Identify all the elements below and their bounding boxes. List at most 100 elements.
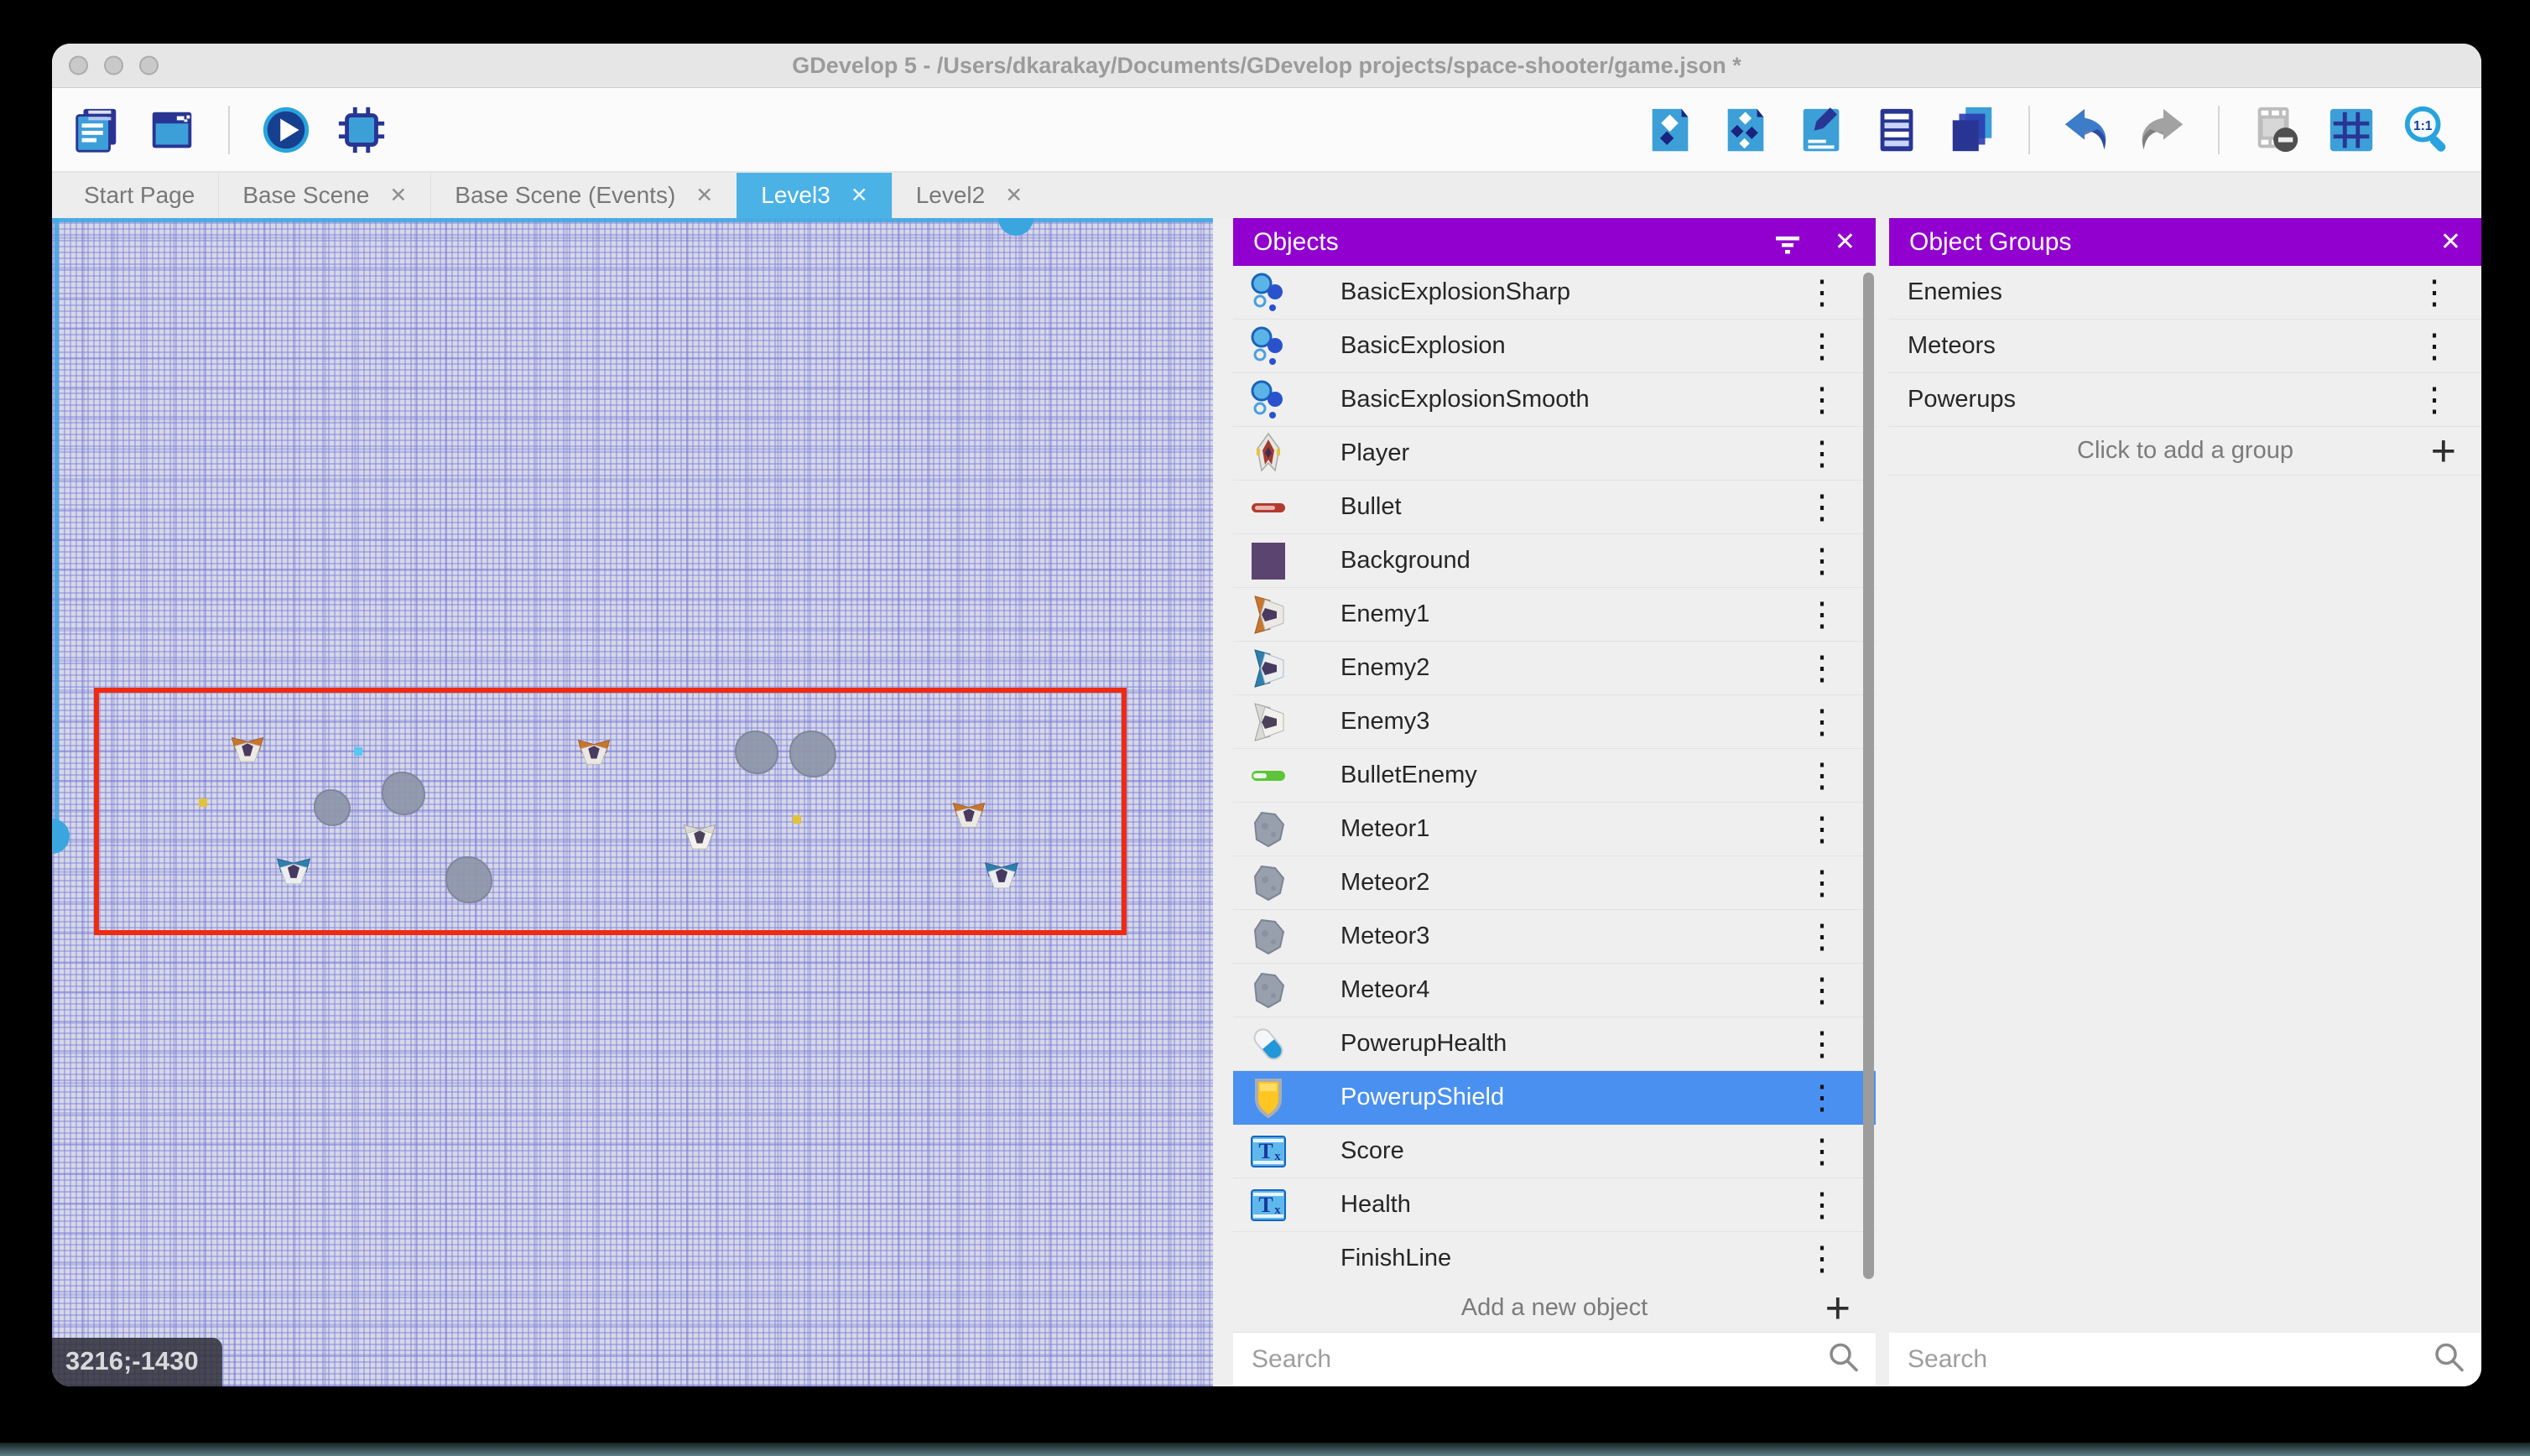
sprite-dot-cyan[interactable] [354,747,362,756]
plus-icon[interactable]: + [2431,429,2456,473]
kebab-menu-icon[interactable]: ⋮ [1805,1192,1839,1219]
object-row-bullet[interactable]: Bullet ⋮ [1233,481,1876,534]
object-row-enemy1[interactable]: Enemy1⋮ [1233,588,1876,642]
group-row-powerups[interactable]: Powerups⋮ [1889,373,2481,427]
objects-list-scrollbar[interactable] [1863,273,1874,1279]
sprite-dot-yellow[interactable] [199,798,207,807]
object-row-poweruphealth[interactable]: PowerupHealth⋮ [1233,1017,1876,1071]
sprite-enemy3[interactable] [681,818,718,855]
undo-icon[interactable] [2060,104,2112,156]
kebab-menu-icon[interactable]: ⋮ [1805,494,1839,521]
object-row-meteor4[interactable]: Meteor4⋮ [1233,964,1876,1017]
minimize-window-button[interactable] [104,56,123,75]
kebab-menu-icon[interactable]: ⋮ [1805,1245,1839,1272]
background-thumbnail-icon [1250,538,1287,584]
object-groups-icon[interactable] [1720,104,1772,156]
add-object-row[interactable]: Add a new object + [1233,1284,1876,1333]
close-window-button[interactable] [69,56,88,75]
object-row-background[interactable]: Background⋮ [1233,534,1876,588]
kebab-menu-icon[interactable]: ⋮ [1805,977,1839,1004]
redo-icon[interactable] [2136,104,2188,156]
object-row-meteor1[interactable]: Meteor1⋮ [1233,803,1876,856]
sprite-enemy1[interactable] [229,731,266,767]
tab-close-icon[interactable]: ✕ [695,183,713,208]
object-row-powerupshield[interactable]: PowerupShield⋮ [1233,1071,1876,1125]
kebab-menu-icon[interactable]: ⋮ [1805,279,1839,306]
object-row-enemy2[interactable]: Enemy2⋮ [1233,642,1876,695]
kebab-menu-icon[interactable]: ⋮ [2418,387,2451,413]
scene-editor-icon[interactable] [146,104,198,156]
horizontal-scroll-handle[interactable] [998,218,1033,236]
kebab-menu-icon[interactable]: ⋮ [1805,1084,1839,1111]
sprite-meteor[interactable] [445,856,492,903]
tab-start-page[interactable]: Start Page [60,173,218,218]
play-preview-icon[interactable] [260,104,312,156]
filter-icon[interactable] [1773,227,1803,257]
object-label: Bullet [1340,493,1402,521]
kebab-menu-icon[interactable]: ⋮ [1805,870,1839,897]
sprite-meteor[interactable] [382,772,425,815]
layers-icon[interactable] [1946,104,1998,156]
kebab-menu-icon[interactable]: ⋮ [1805,387,1839,413]
object-row-basicexplosionsmooth[interactable]: BasicExplosionSmooth⋮ [1233,373,1876,427]
tab-close-icon[interactable]: ✕ [851,183,868,208]
kebab-menu-icon[interactable]: ⋮ [1805,816,1839,843]
sprite-dot-yellow[interactable] [793,815,801,824]
sprite-meteor[interactable] [735,731,778,774]
sprite-enemy1[interactable] [575,733,612,770]
kebab-menu-icon[interactable]: ⋮ [1805,601,1839,628]
close-icon[interactable]: ✕ [2440,230,2461,255]
object-row-score[interactable]: TxScore⋮ [1233,1125,1876,1178]
properties-icon[interactable] [1795,104,1847,156]
groups-search-input[interactable] [1889,1333,2481,1386]
tab-close-icon[interactable]: ✕ [389,183,407,208]
instances-list-icon[interactable] [1871,104,1923,156]
object-row-enemy3[interactable]: Enemy3⋮ [1233,695,1876,749]
kebab-menu-icon[interactable]: ⋮ [1805,762,1839,789]
kebab-menu-icon[interactable]: ⋮ [1805,709,1839,736]
kebab-menu-icon[interactable]: ⋮ [1805,548,1839,575]
add-group-row[interactable]: Click to add a group + [1889,427,2481,476]
objects-search-input[interactable] [1233,1333,1876,1386]
kebab-menu-icon[interactable]: ⋮ [1805,1138,1839,1165]
sprite-enemy2[interactable] [982,855,1021,894]
tab-close-icon[interactable]: ✕ [1005,183,1023,208]
vertical-scroll-handle[interactable] [52,819,70,854]
object-row-bulletenemy[interactable]: BulletEnemy⋮ [1233,749,1876,803]
toolbar-left-group [70,104,388,156]
sprite-meteor[interactable] [314,789,351,826]
tab-base-scene[interactable]: Base Scene✕ [218,173,430,218]
group-row-enemies[interactable]: Enemies⋮ [1889,266,2481,320]
plus-icon[interactable]: + [1825,1287,1851,1330]
object-row-health[interactable]: TxHealth⋮ [1233,1178,1876,1232]
zoom-1-1-icon[interactable]: 1:1 [2401,104,2453,156]
close-icon[interactable]: ✕ [1835,230,1856,255]
debug-icon[interactable] [336,104,388,156]
kebab-menu-icon[interactable]: ⋮ [1805,440,1839,467]
tab-level3[interactable]: Level3✕ [737,173,891,218]
kebab-menu-icon[interactable]: ⋮ [1805,1031,1839,1058]
sprite-enemy1[interactable] [950,796,987,833]
object-row-finishline[interactable]: FinishLine⋮ [1233,1232,1876,1284]
toggle-mask-icon[interactable] [2250,104,2302,156]
object-row-basicexplosionsharp[interactable]: BasicExplosionSharp⋮ [1233,266,1876,320]
kebab-menu-icon[interactable]: ⋮ [1805,923,1839,950]
grid-icon[interactable] [2325,104,2377,156]
sprite-meteor[interactable] [789,731,836,777]
kebab-menu-icon[interactable]: ⋮ [1805,333,1839,360]
object-row-meteor2[interactable]: Meteor2⋮ [1233,856,1876,910]
scene-canvas[interactable]: 3216;-1430 [52,218,1213,1386]
group-row-meteors[interactable]: Meteors⋮ [1889,320,2481,373]
objects-editor-icon[interactable] [1644,104,1696,156]
sprite-enemy2[interactable] [274,851,313,890]
kebab-menu-icon[interactable]: ⋮ [2418,279,2451,306]
tab-base-scene-events[interactable]: Base Scene (Events)✕ [430,173,737,218]
object-row-basicexplosion[interactable]: BasicExplosion⋮ [1233,320,1876,373]
object-row-player[interactable]: Player⋮ [1233,427,1876,481]
zoom-window-button[interactable] [139,56,159,75]
tab-level2[interactable]: Level2✕ [892,173,1046,218]
kebab-menu-icon[interactable]: ⋮ [1805,655,1839,682]
project-manager-icon[interactable] [70,104,122,156]
kebab-menu-icon[interactable]: ⋮ [2418,333,2451,360]
object-row-meteor3[interactable]: Meteor3⋮ [1233,910,1876,964]
